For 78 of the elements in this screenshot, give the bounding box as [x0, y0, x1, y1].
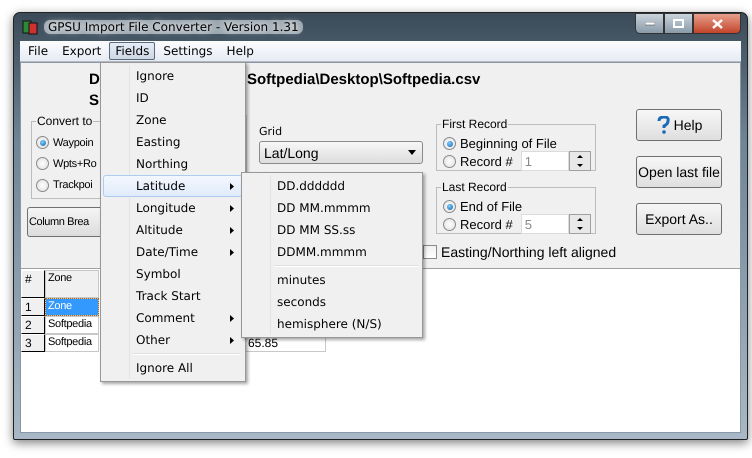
menu-item[interactable]: Ignore All — [103, 357, 243, 379]
menu-item[interactable]: Northing — [103, 153, 243, 175]
table-cell[interactable]: Softpedia — [45, 334, 99, 352]
spin-buttons[interactable] — [568, 214, 591, 234]
submenu-arrow-icon — [230, 249, 234, 256]
radio-label: Record # — [460, 154, 513, 168]
column-break-button[interactable]: Column Brea — [27, 207, 101, 237]
column-header: Zone — [45, 270, 99, 298]
menu-item[interactable]: Zone — [103, 109, 243, 131]
radio-label: Beginning of File — [460, 136, 557, 151]
submenu-arrow-icon — [230, 183, 234, 190]
group-title: Last Record — [441, 180, 508, 194]
app-icon — [22, 19, 38, 35]
minimize-icon — [644, 22, 654, 26]
minimize-button[interactable] — [635, 13, 664, 34]
group-title: First Record — [441, 117, 508, 131]
dropdown-caret-icon — [408, 150, 416, 155]
file-label: D — [89, 71, 100, 88]
menu-item[interactable]: DD MM.mmmm — [244, 197, 420, 219]
menu-item[interactable]: Track Start — [103, 285, 243, 307]
radio-button[interactable] — [443, 137, 456, 150]
grid-dropdown[interactable]: Lat/Long — [259, 141, 423, 164]
menu-item[interactable]: DD.dddddd — [244, 175, 420, 197]
radio-label: Trackpoi — [53, 179, 92, 192]
menu-item[interactable]: Ignore — [103, 65, 243, 87]
radio-button[interactable] — [443, 154, 456, 168]
menu-item[interactable]: ID — [103, 87, 243, 109]
menu-item[interactable]: Longitude — [103, 197, 243, 219]
row-number: 2 — [21, 316, 45, 334]
submenu-arrow-icon — [230, 315, 234, 322]
menu-item[interactable]: DD MM SS.ss — [244, 219, 420, 241]
close-button[interactable] — [693, 13, 741, 34]
menu-item[interactable]: Other — [103, 329, 243, 351]
maximize-icon — [673, 19, 684, 28]
group-title: Convert to — [36, 114, 94, 128]
row-number: 3 — [21, 334, 45, 352]
maximize-button[interactable] — [664, 13, 693, 34]
radio-button[interactable] — [36, 136, 49, 150]
menu-bar-item[interactable]: Fields — [109, 42, 156, 60]
submenu-arrow-icon — [230, 227, 234, 234]
menu-bar-item[interactable]: Settings — [157, 42, 219, 60]
menu-item[interactable]: Date/Time — [103, 241, 243, 263]
menu-item[interactable]: Symbol — [103, 263, 243, 285]
radio-button[interactable] — [443, 218, 456, 230]
table-cell[interactable]: Softpedia — [45, 316, 99, 334]
grid-label: Grid — [259, 125, 284, 138]
menu-bar-item[interactable]: Help — [220, 42, 260, 60]
action-button[interactable]: Export As.. — [636, 203, 722, 235]
menu-bar-item[interactable]: File — [22, 42, 54, 60]
menu-item[interactable]: hemisphere (N/S) — [244, 313, 420, 335]
menu-item[interactable]: seconds — [244, 291, 420, 313]
help-icon — [656, 116, 670, 134]
radio-button[interactable] — [443, 200, 456, 213]
menu-bar-item[interactable]: Export — [56, 42, 108, 60]
menu-item[interactable]: Altitude — [103, 219, 243, 241]
checkbox[interactable] — [423, 245, 437, 259]
menu-item[interactable]: DDMM.mmmm — [244, 241, 420, 263]
menu-item[interactable]: Easting — [103, 131, 243, 153]
menu-item[interactable]: Latitude — [103, 175, 243, 197]
submenu-arrow-icon — [230, 337, 234, 344]
close-icon — [712, 18, 722, 28]
file-path: Softpedia\Desktop\Softpedia.csv — [247, 71, 480, 88]
radio-label: Waypoin — [53, 136, 94, 149]
column-header: # — [21, 270, 45, 298]
file-label: S — [89, 92, 100, 109]
submenu-arrow-icon — [230, 205, 234, 212]
action-button[interactable]: Open last file — [636, 156, 722, 188]
spin-buttons[interactable] — [568, 151, 591, 171]
menu-item[interactable]: minutes — [244, 269, 420, 291]
row-number: 1 — [21, 298, 45, 316]
radio-label: Wpts+Ro — [53, 158, 96, 170]
radio-label: Record # — [460, 216, 513, 232]
radio-button[interactable] — [36, 178, 49, 192]
action-button[interactable]: Help — [636, 109, 722, 141]
radio-button[interactable] — [36, 157, 49, 170]
checkbox-label: Easting/Northing left aligned — [441, 244, 616, 260]
radio-label: End of File — [460, 199, 522, 214]
menu-item[interactable]: Comment — [103, 307, 243, 329]
